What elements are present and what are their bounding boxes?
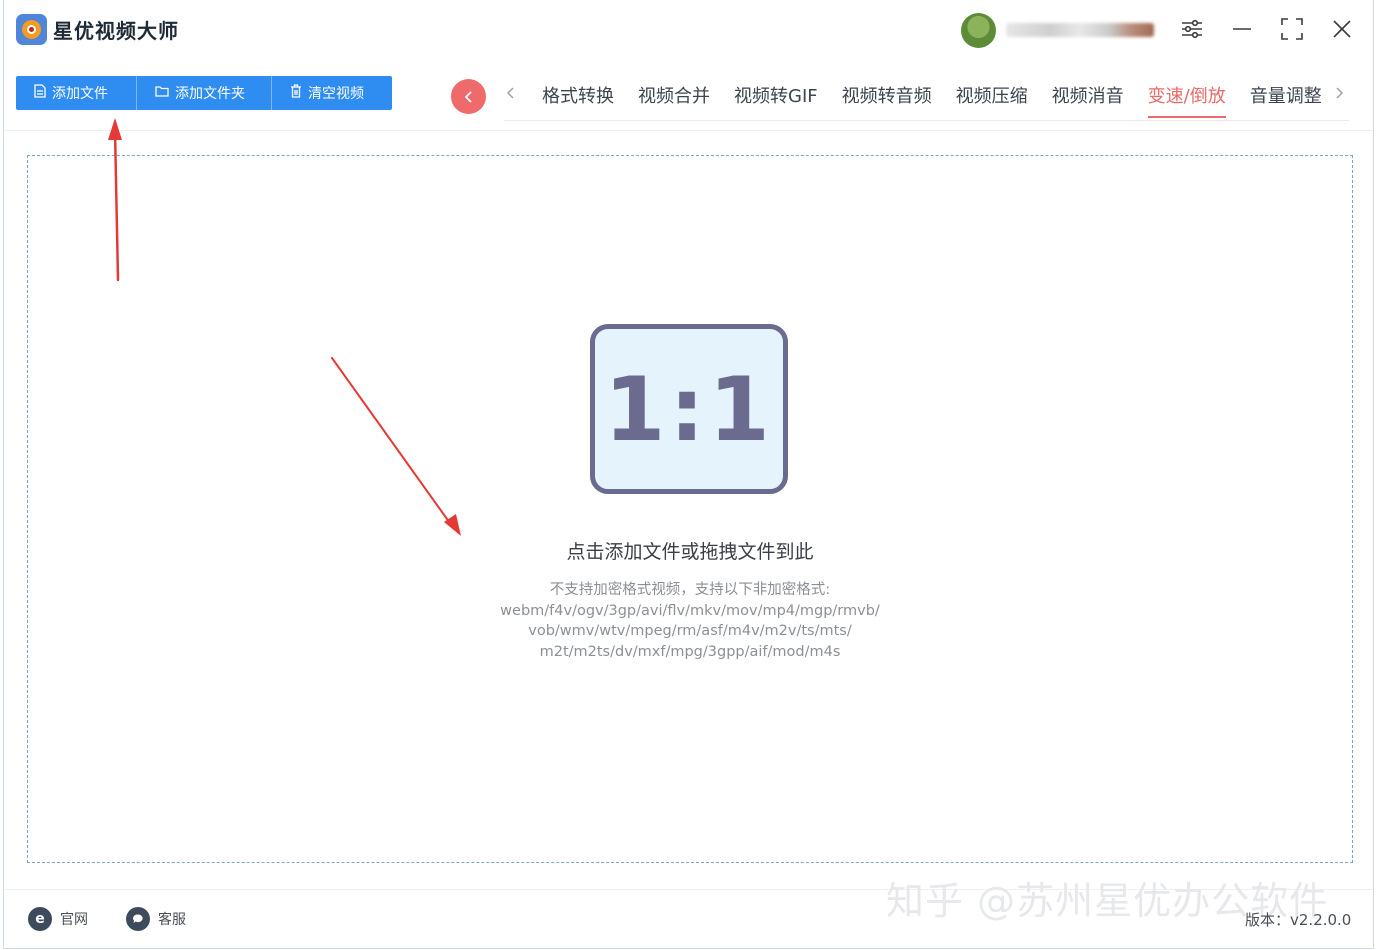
annotation-arrows xyxy=(108,118,461,536)
annotation-arrow xyxy=(331,357,461,536)
annotation-arrow xyxy=(108,118,122,282)
